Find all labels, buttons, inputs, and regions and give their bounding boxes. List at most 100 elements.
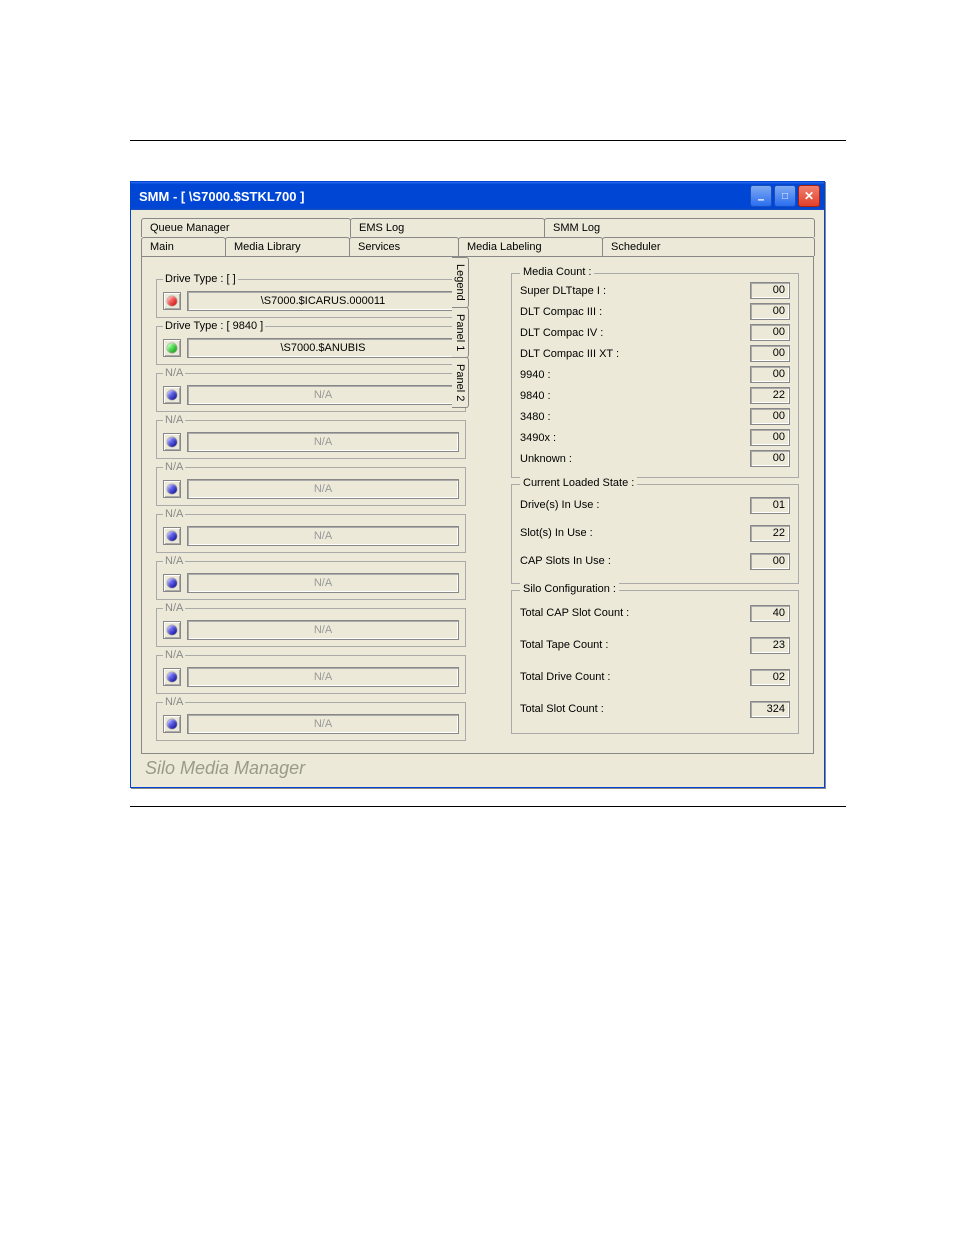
stat-row: Total CAP Slot Count :40 xyxy=(520,597,790,629)
tabs-row-back: Queue Manager EMS Log SMM Log xyxy=(141,218,814,237)
stat-label: Total CAP Slot Count : xyxy=(520,607,750,619)
status-led-icon[interactable] xyxy=(163,433,181,451)
stat-row: Total Drive Count :02 xyxy=(520,661,790,693)
divider-bottom xyxy=(130,806,846,807)
drive-group-6: N/AN/A xyxy=(156,555,466,600)
status-led-icon[interactable] xyxy=(163,386,181,404)
stat-value: 22 xyxy=(750,525,790,542)
drive-group-2: N/AN/A xyxy=(156,367,466,412)
stat-value: 02 xyxy=(750,669,790,686)
stat-value: 00 xyxy=(750,345,790,362)
drive-group-7: N/AN/A xyxy=(156,602,466,647)
stat-label: 3480 : xyxy=(520,411,750,423)
drive-row: \S7000.$ICARUS.000011 xyxy=(163,289,459,313)
stat-row: CAP Slots In Use :00 xyxy=(520,547,790,575)
media-count-group: Media Count : Super DLTtape I :00DLT Com… xyxy=(511,273,799,478)
drive-row: N/A xyxy=(163,712,459,736)
stat-value: 01 xyxy=(750,497,790,514)
stat-label: DLT Compac III : xyxy=(520,306,750,318)
stat-row: Slot(s) In Use :22 xyxy=(520,519,790,547)
drive-group-8: N/AN/A xyxy=(156,649,466,694)
stat-row: 9840 :22 xyxy=(520,385,790,406)
stat-value: 324 xyxy=(750,701,790,718)
stat-row: 3480 :00 xyxy=(520,406,790,427)
stat-label: 3490x : xyxy=(520,432,750,444)
tab-body-main: Drive Type : [ ] \S7000.$ICARUS.000011 Dri… xyxy=(141,256,814,754)
loaded-state-group: Current Loaded State : Drive(s) In Use :… xyxy=(511,484,799,584)
stat-value: 00 xyxy=(750,303,790,320)
drive-row: N/A xyxy=(163,383,459,407)
status-led-icon[interactable] xyxy=(163,574,181,592)
stats-panel: Media Count : Super DLTtape I :00DLT Com… xyxy=(511,273,799,743)
titlebar[interactable]: SMM - [ \S7000.$STKL700 ] xyxy=(131,182,824,210)
stat-label: DLT Compac III XT : xyxy=(520,348,750,360)
client-area: Queue Manager EMS Log SMM Log Main Media… xyxy=(131,210,824,787)
drive-row: N/A xyxy=(163,524,459,548)
drive-name-field[interactable]: \S7000.$ANUBIS xyxy=(187,338,459,358)
drive-row: N/A xyxy=(163,618,459,642)
stat-label: DLT Compac IV : xyxy=(520,327,750,339)
silo-config-title: Silo Configuration : xyxy=(520,583,619,595)
stat-label: CAP Slots In Use : xyxy=(520,555,750,567)
stat-row: DLT Compac III XT :00 xyxy=(520,343,790,364)
stat-value: 00 xyxy=(750,282,790,299)
stat-label: Drive(s) In Use : xyxy=(520,499,750,511)
stat-row: 3490x :00 xyxy=(520,427,790,448)
drive-group-label: Drive Type : [ ] xyxy=(163,273,238,285)
drive-name-field: N/A xyxy=(187,432,459,452)
stat-value: 22 xyxy=(750,387,790,404)
drive-name-field: N/A xyxy=(187,479,459,499)
drive-group-label: Drive Type : [ 9840 ] xyxy=(163,320,265,332)
status-led-icon[interactable] xyxy=(163,339,181,357)
tab-queue-manager[interactable]: Queue Manager xyxy=(141,218,351,237)
drive-group-9: N/AN/A xyxy=(156,696,466,741)
tab-scheduler[interactable]: Scheduler xyxy=(602,237,815,256)
footer-label: Silo Media Manager xyxy=(141,754,814,779)
drive-row: N/A xyxy=(163,665,459,689)
media-count-title: Media Count : xyxy=(520,266,594,278)
drive-group-label: N/A xyxy=(163,696,185,708)
stat-value: 40 xyxy=(750,605,790,622)
stat-value: 00 xyxy=(750,366,790,383)
close-icon[interactable] xyxy=(798,185,820,207)
silo-config-group: Silo Configuration : Total CAP Slot Coun… xyxy=(511,590,799,734)
drive-group-1: Drive Type : [ 9840 ] \S7000.$ANUBIS xyxy=(156,320,466,365)
drive-name-field: N/A xyxy=(187,714,459,734)
tab-media-labeling[interactable]: Media Labeling xyxy=(458,237,603,256)
drive-group-label: N/A xyxy=(163,508,185,520)
status-led-icon[interactable] xyxy=(163,292,181,310)
tab-media-library[interactable]: Media Library xyxy=(225,237,350,256)
status-led-icon[interactable] xyxy=(163,715,181,733)
maximize-icon[interactable] xyxy=(774,185,796,207)
status-led-icon[interactable] xyxy=(163,621,181,639)
drive-name-field: N/A xyxy=(187,526,459,546)
tabs-row-front: Main Media Library Services Media Labeli… xyxy=(141,237,814,256)
drive-name-field: N/A xyxy=(187,385,459,405)
drive-name-field: N/A xyxy=(187,667,459,687)
tab-services[interactable]: Services xyxy=(349,237,459,256)
minimize-icon[interactable] xyxy=(750,185,772,207)
drive-group-label: N/A xyxy=(163,461,185,473)
stat-label: Total Slot Count : xyxy=(520,703,750,715)
stat-label: 9840 : xyxy=(520,390,750,402)
tab-main[interactable]: Main xyxy=(141,237,226,256)
status-led-icon[interactable] xyxy=(163,527,181,545)
status-led-icon[interactable] xyxy=(163,480,181,498)
drive-group-5: N/AN/A xyxy=(156,508,466,553)
stat-label: 9940 : xyxy=(520,369,750,381)
drive-name-field[interactable]: \S7000.$ICARUS.000011 xyxy=(187,291,459,311)
side-tab-panel-2[interactable]: Panel 2 xyxy=(452,357,469,408)
side-tab-legend[interactable]: Legend xyxy=(452,257,469,308)
stat-label: Super DLTtape I : xyxy=(520,285,750,297)
drive-name-field: N/A xyxy=(187,620,459,640)
tab-smm-log[interactable]: SMM Log xyxy=(544,218,815,237)
stat-label: Total Drive Count : xyxy=(520,671,750,683)
stat-value: 00 xyxy=(750,450,790,467)
drive-group-3: N/AN/A xyxy=(156,414,466,459)
tab-ems-log[interactable]: EMS Log xyxy=(350,218,545,237)
drive-group-4: N/AN/A xyxy=(156,461,466,506)
status-led-icon[interactable] xyxy=(163,668,181,686)
divider-top xyxy=(130,140,846,141)
side-tab-panel-1[interactable]: Panel 1 xyxy=(452,307,469,358)
drive-row: \S7000.$ANUBIS xyxy=(163,336,459,360)
